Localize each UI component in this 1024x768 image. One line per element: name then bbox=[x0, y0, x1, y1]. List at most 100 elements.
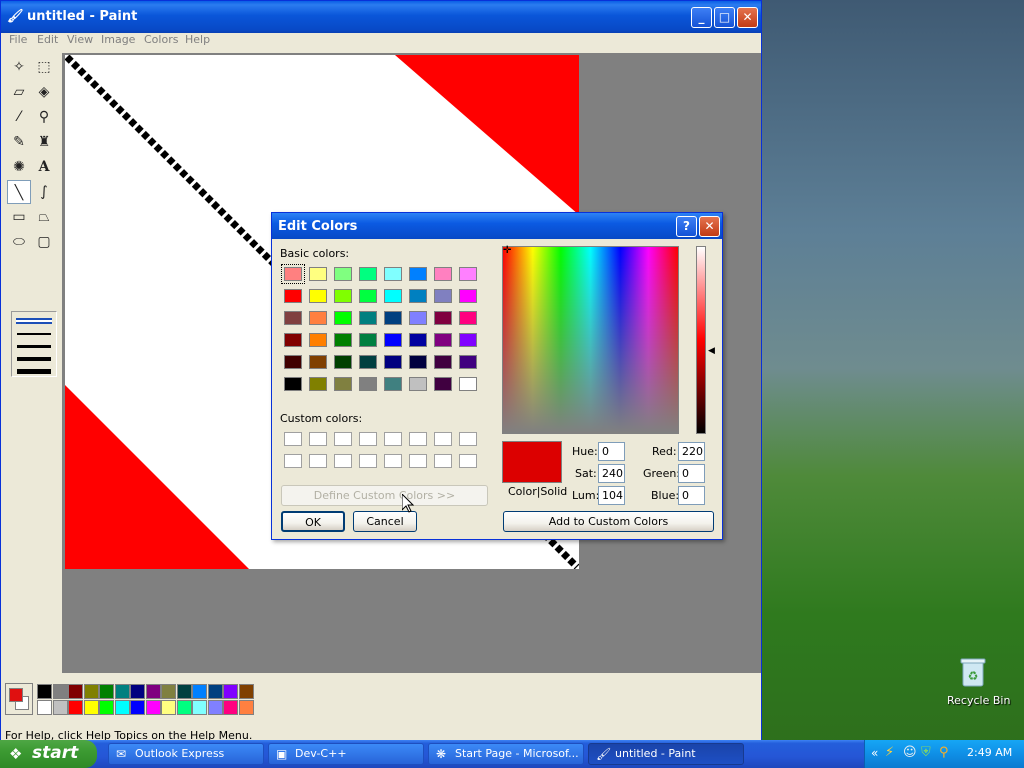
line-width-5[interactable] bbox=[17, 369, 51, 374]
pick-color-icon[interactable]: ⁄ bbox=[7, 105, 31, 129]
basic-color-swatch[interactable] bbox=[284, 377, 302, 391]
basic-color-swatch[interactable] bbox=[459, 289, 477, 303]
palette-color-swatch[interactable] bbox=[114, 700, 130, 715]
custom-color-swatch[interactable] bbox=[409, 454, 427, 468]
tray-search-icon[interactable]: ⚲ bbox=[939, 745, 949, 760]
palette-color-swatch[interactable] bbox=[238, 700, 254, 715]
task-paint[interactable]: 🖌 untitled - Paint bbox=[588, 743, 744, 765]
basic-color-swatch[interactable] bbox=[284, 355, 302, 369]
pencil-icon[interactable]: ✎ bbox=[7, 130, 31, 154]
task-outlook-express[interactable]: ✉ Outlook Express bbox=[108, 743, 264, 765]
tray-shield-icon[interactable]: ⛨ bbox=[921, 745, 931, 760]
menu-view[interactable]: View bbox=[67, 33, 93, 46]
basic-color-swatch[interactable] bbox=[309, 377, 327, 391]
task-dev-cpp[interactable]: ▣ Dev-C++ bbox=[268, 743, 424, 765]
basic-color-swatch[interactable] bbox=[284, 311, 302, 325]
basic-color-swatch[interactable] bbox=[334, 289, 352, 303]
basic-color-swatch[interactable] bbox=[334, 311, 352, 325]
custom-color-swatch[interactable] bbox=[459, 432, 477, 446]
basic-color-swatch[interactable] bbox=[434, 311, 452, 325]
basic-color-swatch[interactable] bbox=[384, 377, 402, 391]
palette-color-swatch[interactable] bbox=[207, 684, 223, 699]
palette-color-swatch[interactable] bbox=[192, 700, 207, 715]
palette-color-swatch[interactable] bbox=[223, 700, 238, 715]
palette-color-swatch[interactable] bbox=[99, 684, 114, 699]
basic-color-swatch[interactable] bbox=[359, 355, 377, 369]
custom-color-swatch[interactable] bbox=[334, 454, 352, 468]
basic-color-swatch[interactable] bbox=[384, 333, 402, 347]
color-spectrum[interactable]: ✛ bbox=[502, 246, 679, 434]
add-to-custom-colors-button[interactable]: Add to Custom Colors bbox=[503, 511, 714, 532]
line-tool-icon[interactable]: ╲ bbox=[7, 180, 31, 204]
curve-tool-icon[interactable]: ∫ bbox=[32, 180, 56, 204]
paint-title-bar[interactable]: 🖌 untitled - Paint _ □ ✕ bbox=[1, 1, 761, 33]
basic-color-swatch[interactable] bbox=[334, 377, 352, 391]
close-button[interactable]: ✕ bbox=[737, 7, 758, 28]
basic-color-swatch[interactable] bbox=[459, 377, 477, 391]
line-width-options[interactable] bbox=[11, 311, 57, 377]
palette-color-swatch[interactable] bbox=[145, 700, 161, 715]
basic-color-swatch[interactable] bbox=[459, 267, 477, 281]
rect-select-icon[interactable]: ⬚ bbox=[32, 55, 56, 79]
tray-network-icon[interactable]: ⚡ bbox=[885, 745, 894, 760]
eraser-icon[interactable]: ▱ bbox=[7, 80, 31, 104]
custom-color-swatch[interactable] bbox=[434, 432, 452, 446]
luminance-bar[interactable] bbox=[696, 246, 706, 434]
palette-color-swatch[interactable] bbox=[145, 684, 161, 699]
menu-file[interactable]: File bbox=[9, 33, 27, 46]
basic-color-swatch[interactable] bbox=[359, 333, 377, 347]
airbrush-icon[interactable]: ✺ bbox=[7, 155, 31, 179]
green-field[interactable]: 0 bbox=[678, 464, 705, 483]
custom-color-swatch[interactable] bbox=[334, 432, 352, 446]
basic-color-swatch[interactable] bbox=[334, 333, 352, 347]
palette-color-swatch[interactable] bbox=[52, 684, 68, 699]
basic-color-swatch[interactable] bbox=[459, 355, 477, 369]
recycle-bin-icon[interactable]: ♻ bbox=[958, 656, 988, 688]
maximize-button[interactable]: □ bbox=[714, 7, 735, 28]
basic-color-swatch[interactable] bbox=[309, 311, 327, 325]
fill-bucket-icon[interactable]: ◈ bbox=[32, 80, 56, 104]
basic-color-swatch[interactable] bbox=[309, 289, 327, 303]
palette-color-swatch[interactable] bbox=[114, 684, 130, 699]
polygon-tool-icon[interactable]: ⏢ bbox=[32, 205, 56, 229]
basic-color-swatch[interactable] bbox=[281, 264, 305, 284]
palette-color-swatch[interactable] bbox=[176, 700, 192, 715]
basic-color-swatch[interactable] bbox=[284, 289, 302, 303]
basic-color-swatch[interactable] bbox=[409, 333, 427, 347]
custom-color-swatch[interactable] bbox=[309, 454, 327, 468]
blue-field[interactable]: 0 bbox=[678, 486, 705, 505]
basic-color-swatch[interactable] bbox=[309, 333, 327, 347]
tray-arrow-icon[interactable]: « bbox=[871, 746, 878, 760]
ok-button[interactable]: OK bbox=[281, 511, 345, 532]
palette-color-swatch[interactable] bbox=[223, 684, 238, 699]
palette-color-swatch[interactable] bbox=[161, 700, 176, 715]
basic-color-swatch[interactable] bbox=[409, 267, 427, 281]
custom-color-swatch[interactable] bbox=[284, 432, 302, 446]
custom-color-swatch[interactable] bbox=[459, 454, 477, 468]
cancel-button[interactable]: Cancel bbox=[353, 511, 417, 532]
palette-color-swatch[interactable] bbox=[192, 684, 207, 699]
custom-color-swatch[interactable] bbox=[434, 454, 452, 468]
magnifier-icon[interactable]: ⚲ bbox=[32, 105, 56, 129]
text-tool-icon[interactable]: A bbox=[32, 155, 56, 179]
custom-color-swatch[interactable] bbox=[284, 454, 302, 468]
palette-color-swatch[interactable] bbox=[68, 700, 83, 715]
basic-color-swatch[interactable] bbox=[434, 267, 452, 281]
free-select-icon[interactable]: ✧ bbox=[7, 55, 31, 79]
palette-color-swatch[interactable] bbox=[99, 700, 114, 715]
custom-color-swatch[interactable] bbox=[359, 432, 377, 446]
palette-color-swatch[interactable] bbox=[130, 684, 145, 699]
basic-color-swatch[interactable] bbox=[359, 267, 377, 281]
lum-field[interactable]: 104 bbox=[598, 486, 625, 505]
task-start-page[interactable]: ❋ Start Page - Microsof... bbox=[428, 743, 584, 765]
menu-image[interactable]: Image bbox=[101, 33, 135, 46]
custom-color-swatch[interactable] bbox=[409, 432, 427, 446]
line-width-4[interactable] bbox=[17, 357, 51, 361]
menu-colors[interactable]: Colors bbox=[144, 33, 178, 46]
basic-color-swatch[interactable] bbox=[434, 377, 452, 391]
line-width-3[interactable] bbox=[17, 345, 51, 348]
rectangle-tool-icon[interactable]: ▭ bbox=[7, 205, 31, 229]
palette-color-swatch[interactable] bbox=[207, 700, 223, 715]
basic-color-swatch[interactable] bbox=[334, 267, 352, 281]
basic-color-swatch[interactable] bbox=[459, 333, 477, 347]
